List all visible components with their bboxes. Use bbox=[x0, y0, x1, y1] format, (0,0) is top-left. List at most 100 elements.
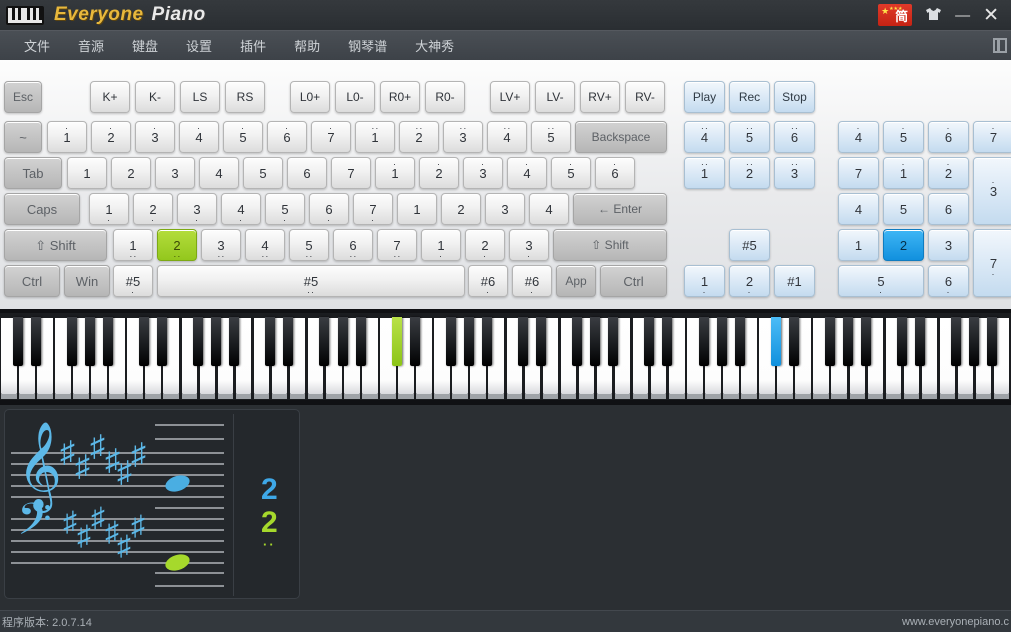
key-note[interactable]: 6 · bbox=[595, 157, 635, 189]
website-link[interactable]: www.everyonepiano.c bbox=[902, 616, 1009, 628]
numpad-key[interactable]: 7 bbox=[838, 157, 879, 189]
piano-black-key[interactable] bbox=[698, 317, 709, 366]
key-fn-l0[interactable]: L0- bbox=[335, 81, 375, 113]
key-note[interactable]: 4 bbox=[199, 157, 239, 189]
menu-item-settings[interactable]: 设置 bbox=[172, 31, 226, 61]
key-note[interactable]: 3 · bbox=[509, 229, 549, 261]
key-caps[interactable]: Caps bbox=[4, 193, 80, 225]
menu-item-help[interactable]: 帮助 bbox=[280, 31, 334, 61]
key-fn-l0[interactable]: L0+ bbox=[290, 81, 330, 113]
key-note[interactable]: 6 · bbox=[309, 193, 349, 225]
piano-black-key[interactable] bbox=[590, 317, 601, 366]
piano-black-key[interactable] bbox=[536, 317, 547, 366]
numpad-key[interactable]: 2 ·· bbox=[729, 157, 770, 189]
piano-black-key[interactable] bbox=[265, 317, 276, 366]
key-note[interactable]: 5 · bbox=[223, 121, 263, 153]
numpad-key[interactable]: 5 ·· bbox=[729, 121, 770, 153]
piano-black-key[interactable] bbox=[481, 317, 492, 366]
numpad-key[interactable]: 6 · bbox=[928, 121, 969, 153]
key-note[interactable]: 2 · bbox=[465, 229, 505, 261]
key-note[interactable]: 1 · bbox=[375, 157, 415, 189]
key-note[interactable]: 4 ·· bbox=[245, 229, 285, 261]
piano-black-key[interactable] bbox=[788, 317, 799, 366]
key-backspace[interactable]: Backspace bbox=[575, 121, 667, 153]
piano-black-key[interactable] bbox=[843, 317, 854, 366]
piano-black-key[interactable] bbox=[211, 317, 222, 366]
numpad-key[interactable]: #1 bbox=[774, 265, 815, 297]
panel-toggle-icon[interactable] bbox=[993, 38, 1007, 53]
piano-black-key[interactable] bbox=[987, 317, 998, 366]
numpad-key[interactable]: 4 bbox=[838, 193, 879, 225]
key-ctrl-left[interactable]: Ctrl bbox=[4, 265, 60, 297]
piano-black-key-active[interactable] bbox=[391, 317, 402, 366]
piano-black-key[interactable] bbox=[572, 317, 583, 366]
key-enter[interactable]: ← Enter bbox=[573, 193, 667, 225]
piano-black-key[interactable] bbox=[608, 317, 619, 366]
key-stop[interactable]: Stop bbox=[774, 81, 815, 113]
key-note[interactable]: 1 · bbox=[421, 229, 461, 261]
key-note[interactable]: 5 bbox=[243, 157, 283, 189]
piano-black-key[interactable] bbox=[355, 317, 366, 366]
key-note[interactable]: 7 · bbox=[311, 121, 351, 153]
key-note[interactable]: 2 bbox=[441, 193, 481, 225]
key-note[interactable]: 1 ·· bbox=[113, 229, 153, 261]
language-button[interactable]: ★ ★★★ 简 bbox=[878, 4, 913, 26]
key-note[interactable]: 6 ·· bbox=[333, 229, 373, 261]
key-note[interactable]: 6 bbox=[287, 157, 327, 189]
key-note[interactable]: 6 · bbox=[267, 121, 307, 153]
numpad-key[interactable]: 1 · bbox=[883, 157, 924, 189]
key-win[interactable]: Win bbox=[64, 265, 110, 297]
piano-black-key[interactable] bbox=[734, 317, 745, 366]
numpad-key[interactable]: 6 bbox=[928, 193, 969, 225]
numpad-key[interactable]: 5 bbox=[883, 193, 924, 225]
key-shift-right[interactable]: ⇧ Shift bbox=[553, 229, 667, 261]
minimize-button[interactable]: — bbox=[955, 8, 970, 23]
key-note[interactable]: 3 bbox=[485, 193, 525, 225]
key-space[interactable]: #5 ·· bbox=[157, 265, 465, 297]
key-note[interactable]: 3 · bbox=[177, 193, 217, 225]
key-note[interactable]: 4 · bbox=[221, 193, 261, 225]
key-note[interactable]: 2 · bbox=[419, 157, 459, 189]
menu-item-plugins[interactable]: 插件 bbox=[226, 31, 280, 61]
piano-black-key[interactable] bbox=[824, 317, 835, 366]
numpad-key[interactable]: 1 · bbox=[684, 265, 725, 297]
skin-icon[interactable] bbox=[925, 7, 942, 24]
piano-black-key[interactable] bbox=[319, 317, 330, 366]
key-note[interactable]: 1 bbox=[67, 157, 107, 189]
key-note[interactable]: 5 · bbox=[551, 157, 591, 189]
key-app[interactable]: App bbox=[556, 265, 596, 297]
key-rec[interactable]: Rec bbox=[729, 81, 770, 113]
key-fn-rv[interactable]: RV+ bbox=[580, 81, 620, 113]
key-fn-lv[interactable]: LV+ bbox=[490, 81, 530, 113]
piano-black-key[interactable] bbox=[66, 317, 77, 366]
key-note[interactable]: 4 bbox=[529, 193, 569, 225]
numpad-key[interactable]: 7 · bbox=[973, 121, 1011, 153]
key-fn-r0[interactable]: R0- bbox=[425, 81, 465, 113]
numpad-key[interactable]: 1 ·· bbox=[684, 157, 725, 189]
numpad-key[interactable]: 2 · bbox=[729, 265, 770, 297]
key-note[interactable]: 1 · bbox=[89, 193, 129, 225]
key-note[interactable]: 3 ·· bbox=[443, 121, 483, 153]
piano-black-key[interactable] bbox=[102, 317, 113, 366]
key-fn-k[interactable]: K- bbox=[135, 81, 175, 113]
numpad-key[interactable]: 4 · bbox=[838, 121, 879, 153]
key-fn-ls[interactable]: LS bbox=[180, 81, 220, 113]
numpad-key[interactable]: 6 · bbox=[928, 265, 969, 297]
key-note[interactable]: 4 · bbox=[507, 157, 547, 189]
close-button[interactable]: ✕ bbox=[983, 6, 999, 25]
piano-black-key[interactable] bbox=[409, 317, 420, 366]
piano-black-key-active[interactable] bbox=[770, 317, 781, 366]
numpad-key[interactable]: 2 · bbox=[928, 157, 969, 189]
key-note[interactable]: 1 ·· bbox=[355, 121, 395, 153]
piano-black-key[interactable] bbox=[897, 317, 908, 366]
key-sharp[interactable]: #6 · bbox=[512, 265, 552, 297]
numpad-key[interactable]: 6 ·· bbox=[774, 121, 815, 153]
numpad-key-tall[interactable]: 7 · bbox=[973, 229, 1011, 297]
key-note-active[interactable]: 2 ·· bbox=[157, 229, 197, 261]
menu-item-show[interactable]: 大神秀 bbox=[401, 31, 468, 61]
key-fn-rv[interactable]: RV- bbox=[625, 81, 665, 113]
key-ctrl-right[interactable]: Ctrl bbox=[600, 265, 667, 297]
key-tilde[interactable]: ~ bbox=[4, 121, 42, 153]
key-note[interactable]: 7 · bbox=[353, 193, 393, 225]
piano-black-key[interactable] bbox=[518, 317, 529, 366]
